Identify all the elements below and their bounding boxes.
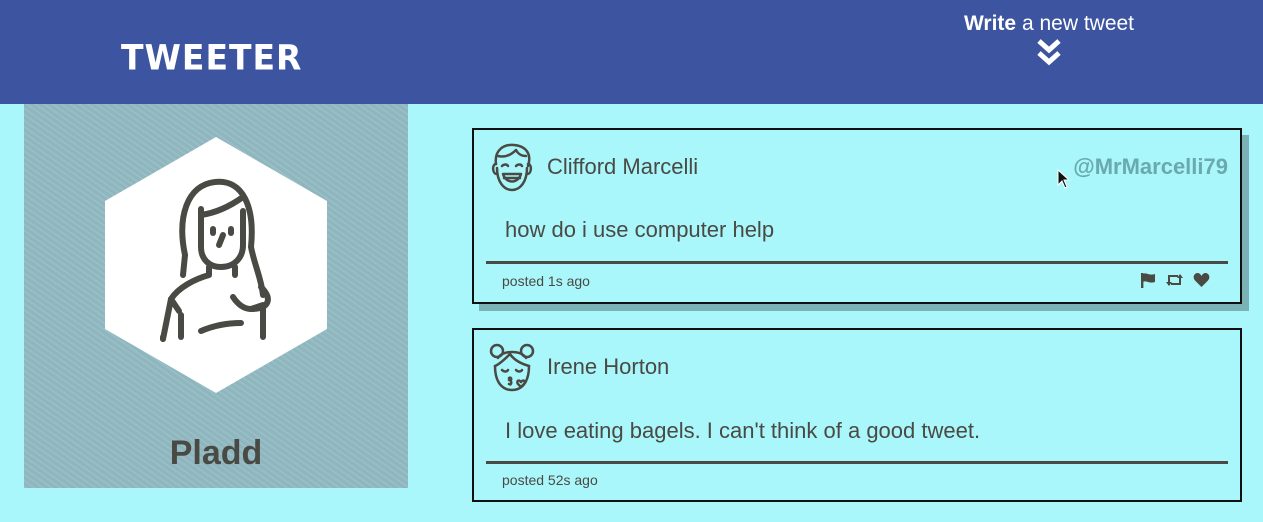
tweet-text: how do i use computer help <box>505 217 775 242</box>
woman-avatar-icon <box>105 137 327 393</box>
compose-toggle-button[interactable]: Write a new tweet <box>940 12 1158 68</box>
tweet-divider <box>486 461 1228 464</box>
kissing-girl-avatar-icon <box>489 343 535 392</box>
compose-label: Write a new tweet <box>963 12 1135 35</box>
tweet-divider <box>486 261 1228 264</box>
retweet-icon[interactable] <box>1165 272 1184 288</box>
tweet-author-name: Clifford Marcelli <box>547 154 699 179</box>
profile-card: Pladd <box>24 104 408 488</box>
flag-icon[interactable] <box>1140 272 1156 288</box>
tweet-actions <box>1140 272 1210 288</box>
double-chevron-down-icon <box>1037 39 1061 66</box>
tweet-timestamp: posted 1s ago <box>502 273 590 289</box>
tweet-timestamp: posted 52s ago <box>502 472 598 488</box>
tweet-card[interactable]: Clifford Marcelli @MrMarcelli79 how do i… <box>472 128 1242 304</box>
profile-username: Pladd <box>169 434 263 472</box>
tweet-author-handle: @MrMarcelli79 <box>1073 154 1228 179</box>
top-nav: TWEETER Write a new tweet <box>0 0 1263 104</box>
tweet-text: I love eating bagels. I can't think of a… <box>505 418 981 443</box>
tweet-author-name: Irene Horton <box>547 354 670 379</box>
app-logo: TWEETER <box>121 37 303 78</box>
heart-icon[interactable] <box>1193 272 1210 288</box>
mouse-cursor-icon <box>1057 169 1071 189</box>
tweet-card[interactable]: Irene Horton I love eating bagels. I can… <box>472 328 1242 502</box>
laughing-man-avatar-icon <box>491 143 533 192</box>
